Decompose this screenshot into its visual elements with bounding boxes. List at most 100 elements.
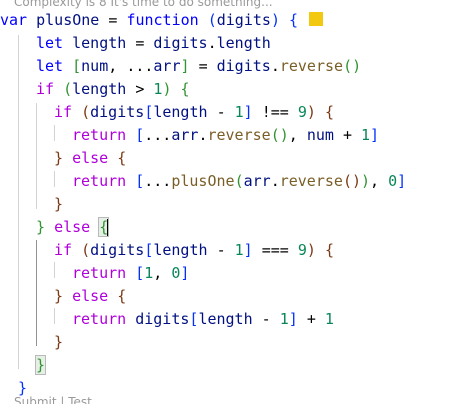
number: 1	[234, 103, 244, 121]
identifier: digits	[216, 57, 271, 75]
code-line-6[interactable]: return [...arr.reverse(), num + 1]	[72, 124, 379, 147]
code-line-9[interactable]: }	[54, 193, 63, 216]
code-line-11[interactable]: if (digits[length - 1] === 9) {	[54, 239, 334, 262]
code-line-12[interactable]: return [1, 0]	[72, 262, 189, 285]
bracket: (	[207, 11, 217, 29]
keyword-let: let	[36, 57, 64, 75]
number: 9	[297, 241, 307, 259]
method: reverse	[279, 57, 344, 75]
code-line-4[interactable]: if (length > 1) {	[36, 78, 190, 101]
keyword-if: if	[54, 103, 73, 121]
bracket: {	[324, 241, 334, 259]
identifier: digits	[90, 241, 145, 259]
bracket: )	[270, 11, 280, 29]
operator: +	[342, 126, 352, 144]
identifier: num	[306, 126, 334, 144]
bracket: [	[72, 57, 82, 75]
operator: >	[135, 80, 145, 98]
number: 1	[361, 126, 371, 144]
bracket-match-close: }	[34, 355, 47, 375]
keyword-else: else	[54, 218, 91, 236]
operator: !==	[261, 103, 289, 121]
bracket: )	[361, 172, 371, 190]
bracket: ()	[342, 172, 361, 190]
number: 0	[388, 172, 398, 190]
bracket: ]	[397, 172, 407, 190]
operator: ...	[144, 172, 172, 190]
lightbulb-icon[interactable]	[309, 12, 324, 26]
code-line-8[interactable]: return [...plusOne(arr.reverse()), 0]	[72, 170, 406, 193]
bracket: (	[234, 172, 244, 190]
identifier: length	[72, 80, 127, 98]
code-line-2[interactable]: let length = digits.length	[36, 32, 271, 55]
codelens-submit-test[interactable]: Submit | Test	[14, 394, 92, 404]
bracket: }	[54, 195, 64, 213]
keyword-if: if	[54, 241, 73, 259]
identifier: length	[198, 310, 253, 328]
bracket: }	[54, 287, 64, 305]
indent-guide-active	[36, 240, 37, 346]
identifier: digits	[216, 11, 271, 29]
bracket: {	[289, 11, 299, 29]
bracket: [	[135, 172, 145, 190]
code-line-10[interactable]: } else {	[36, 216, 110, 239]
identifier: plusOne	[36, 11, 100, 29]
bracket: }	[54, 333, 64, 351]
keyword-else: else	[72, 287, 109, 305]
operator: =	[108, 11, 118, 29]
code-line-7[interactable]: } else {	[54, 147, 126, 170]
bracket: ]	[370, 126, 380, 144]
code-line-14[interactable]: return digits[length - 1] + 1	[72, 308, 334, 331]
keyword-if: if	[36, 80, 55, 98]
identifier: arr	[153, 57, 181, 75]
identifier: length	[153, 241, 208, 259]
code-line-15[interactable]: }	[54, 331, 63, 354]
identifier: length	[153, 103, 208, 121]
operator: -	[216, 103, 226, 121]
method: reverse	[207, 126, 271, 144]
number: 1	[234, 241, 244, 259]
identifier: length	[216, 34, 271, 52]
bracket: {	[324, 103, 334, 121]
bracket: ]	[180, 57, 190, 75]
function-call: plusOne	[171, 172, 235, 190]
keyword-let: let	[36, 34, 64, 52]
keyword-function: function	[126, 11, 199, 29]
indent-guide	[54, 125, 55, 141]
bracket: [	[135, 264, 145, 282]
number: 9	[297, 103, 307, 121]
bracket: ]	[288, 310, 298, 328]
identifier: arr	[243, 172, 271, 190]
bracket: )	[162, 80, 172, 98]
identifier: arr	[171, 126, 199, 144]
identifier: digits	[135, 310, 190, 328]
indent-guide	[54, 308, 55, 324]
bracket: ]	[243, 241, 253, 259]
bracket: )	[306, 103, 316, 121]
keyword-return: return	[72, 172, 127, 190]
identifier: digits	[90, 103, 145, 121]
code-editor[interactable]: Complexity is 8 It's time to do somethin…	[0, 0, 452, 404]
bracket: ]	[243, 103, 253, 121]
code-line-5[interactable]: if (digits[length - 1] !== 9) {	[54, 101, 334, 124]
bracket: ()	[270, 126, 289, 144]
operator: ...	[126, 57, 154, 75]
code-line-3[interactable]: let [num, ...arr] = digits.reverse()	[36, 55, 361, 78]
bracket: ()	[343, 57, 362, 75]
identifier: num	[81, 57, 109, 75]
bracket: (	[81, 241, 91, 259]
code-line-16[interactable]: }	[34, 354, 47, 377]
keyword-return: return	[72, 126, 127, 144]
bracket: {	[180, 80, 190, 98]
indent-guide	[54, 171, 55, 187]
keyword-return: return	[72, 264, 127, 282]
text-cursor	[107, 219, 109, 236]
code-line-1[interactable]: var plusOne = function (digits) {	[0, 9, 324, 32]
bracket: [	[135, 126, 145, 144]
operator: =	[135, 34, 145, 52]
code-line-13[interactable]: } else {	[54, 285, 126, 308]
bracket: )	[306, 241, 316, 259]
operator: -	[216, 241, 226, 259]
operator: ...	[144, 126, 172, 144]
operator: =	[198, 57, 208, 75]
